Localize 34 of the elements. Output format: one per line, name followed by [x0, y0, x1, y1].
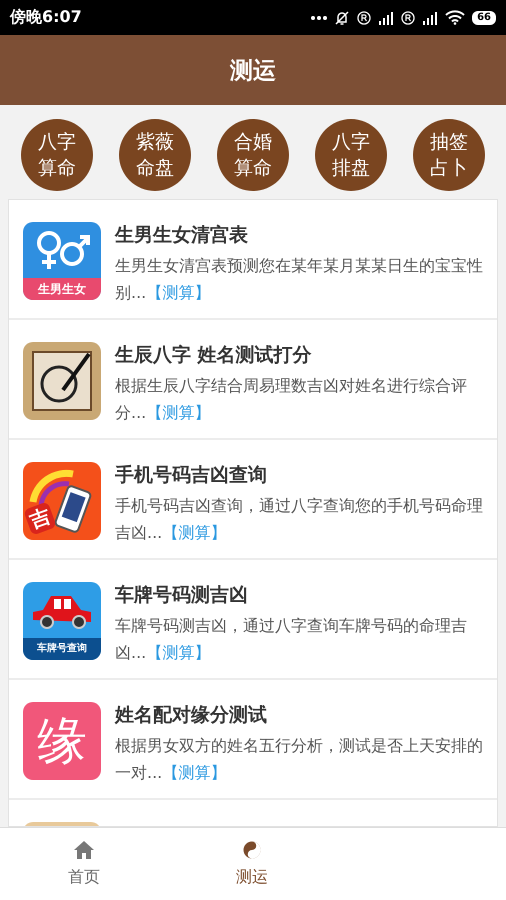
scroll-brush-icon — [23, 342, 101, 420]
item-description: 手机号码吉凶查询，通过八字查询您的手机号码命理吉凶...【测算】 — [115, 495, 483, 544]
gender-symbols-icon: 生男生女 — [23, 222, 101, 300]
item-title: 生男生女清宫表 — [115, 223, 249, 248]
muted-bell-icon — [334, 10, 350, 26]
category-button[interactable]: 抽签 占卜 — [413, 119, 485, 191]
wifi-icon — [445, 10, 466, 25]
item-title: 手机号码吉凶查询 — [115, 463, 268, 488]
tab-button[interactable]: 首页 — [0, 828, 168, 900]
fate-character-icon: 缘 — [23, 702, 101, 780]
item-description: 根据男女双方的姓名五行分析，测试是否上天安排的一对...【测算】 — [115, 735, 483, 784]
category-button[interactable]: 八字 算命 — [21, 119, 93, 191]
roaming-icon — [357, 10, 372, 24]
category-button[interactable]: 紫薇 命盘 — [119, 119, 191, 191]
tab-button[interactable]: 测运 — [168, 828, 336, 900]
yin-yang-icon — [243, 840, 261, 858]
signal-icon — [378, 10, 394, 24]
home-icon — [74, 840, 94, 858]
page-title: 测运 — [230, 56, 276, 86]
item-title: 车牌号码测吉凶 — [115, 583, 249, 608]
item-description: 生男生女清宫表预测您在某年某月某某日生的宝宝性别...【测算】 — [115, 255, 483, 304]
status-time: 傍晚6:07 — [10, 7, 82, 28]
item-title: 生辰八字 姓名测试打分 — [115, 343, 313, 368]
item-title: 姓名配对缘分测试 — [115, 703, 268, 728]
car-icon: 车牌号查询 — [23, 582, 101, 660]
more-dots-icon — [311, 14, 328, 20]
category-button[interactable]: 八字 排盘 — [315, 119, 387, 191]
phone-icon: 吉 — [23, 462, 101, 540]
category-button[interactable]: 合婚 算命 — [217, 119, 289, 191]
signal-icon — [422, 10, 438, 24]
item-description: 车牌号码测吉凶，通过八字查询车牌号码的命理吉凶...【测算】 — [115, 615, 468, 664]
battery-indicator: 66 — [472, 10, 496, 24]
item-description: 根据生辰八字结合周易理数吉凶对姓名进行综合评分...【测算】 — [115, 375, 468, 424]
roaming-icon — [401, 10, 416, 24]
